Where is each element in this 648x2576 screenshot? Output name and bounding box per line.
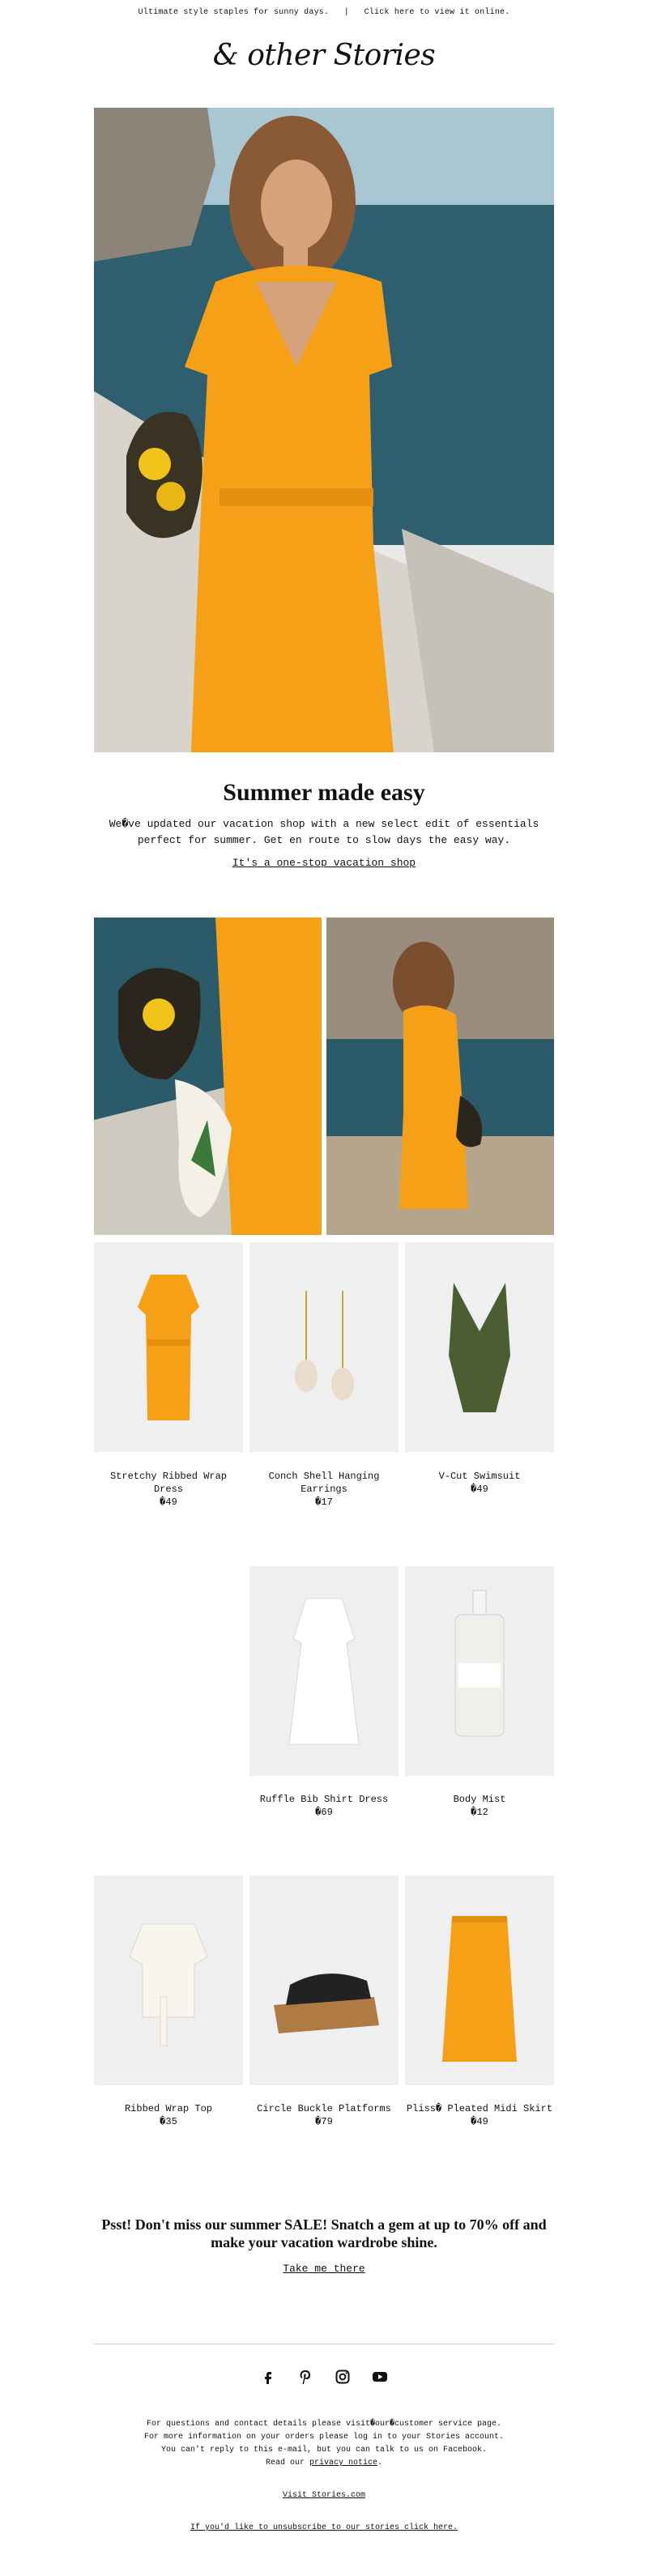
product-name[interactable]: V-Cut Swimsuit	[405, 1470, 554, 1483]
unsubscribe-wrapper: If you'd like to unsubscribe to our stor…	[0, 2523, 648, 2532]
product-caption: Circle Buckle Platforms �79	[249, 2102, 399, 2128]
sale-cta-wrapper: Take me there	[0, 2263, 648, 2275]
product-name[interactable]: Body Mist	[405, 1793, 554, 1806]
product-image[interactable]	[94, 1876, 243, 2085]
product-caption: Stretchy Ribbed Wrap Dress �49	[94, 1470, 243, 1509]
visit-stories-link[interactable]: Visit Stories.com	[283, 2491, 365, 2500]
product-image[interactable]	[94, 1242, 243, 1452]
product-price: �49	[471, 1484, 488, 1495]
product-price: �49	[160, 1497, 177, 1508]
hero-image[interactable]	[94, 108, 554, 752]
footer-read-prefix: Read our	[265, 2459, 305, 2467]
product-name[interactable]: Ruffle Bib Shirt Dress	[249, 1793, 399, 1806]
privacy-notice-link[interactable]: privacy notice	[309, 2459, 377, 2467]
product-price: �12	[471, 1807, 488, 1818]
product-name[interactable]: Stretchy Ribbed Wrap Dress	[94, 1470, 243, 1496]
instagram-icon[interactable]	[335, 2369, 351, 2385]
product-caption: V-Cut Swimsuit �49	[405, 1470, 554, 1496]
headline: Summer made easy	[223, 779, 425, 806]
product-caption: Body Mist �12	[405, 1793, 554, 1819]
footer-line: You can't reply to this e-mail, but you …	[160, 2446, 488, 2455]
product-name[interactable]: Ribbed Wrap Top	[94, 2102, 243, 2115]
product-price: �79	[315, 2116, 333, 2127]
footer-period: .	[377, 2459, 383, 2467]
product-caption: Pliss� Pleated Midi Skirt �49	[405, 2102, 554, 2128]
youtube-icon[interactable]	[372, 2369, 388, 2385]
lifestyle-image-right[interactable]	[326, 918, 554, 1235]
footer-line: Read our privacy notice.	[89, 2457, 559, 2470]
product-caption: Ribbed Wrap Top �35	[94, 2102, 243, 2128]
pinterest-icon[interactable]	[297, 2369, 313, 2385]
sale-message: Psst! Don't miss our summer SALE! Snatch…	[101, 2216, 547, 2250]
brand-logo[interactable]: & other Stories	[0, 39, 648, 72]
footer-line: For questions and contact details please…	[146, 2420, 502, 2429]
product-caption: Conch Shell Hanging Earrings �17	[249, 1470, 399, 1509]
product-name[interactable]: Conch Shell Hanging Earrings	[249, 1470, 399, 1496]
preheader-separator: |	[343, 8, 349, 17]
unsubscribe-link[interactable]: If you'd like to unsubscribe to our stor…	[190, 2523, 458, 2532]
product-image[interactable]	[249, 1566, 399, 1776]
footer-text: For questions and contact details please…	[89, 2418, 559, 2470]
lifestyle-image-left[interactable]	[94, 918, 322, 1235]
product-image[interactable]	[405, 1566, 554, 1776]
facebook-icon[interactable]	[260, 2369, 276, 2385]
product-caption: Ruffle Bib Shirt Dress �69	[249, 1793, 399, 1819]
product-price: �17	[315, 1497, 333, 1508]
visit-link-wrapper: Visit Stories.com	[0, 2491, 648, 2500]
product-name[interactable]: Circle Buckle Platforms	[249, 2102, 399, 2115]
product-price: �49	[471, 2116, 488, 2127]
vacation-shop-cta-wrapper: It's a one-stop vacation shop	[0, 857, 648, 869]
vacation-shop-link[interactable]: It's a one-stop vacation shop	[232, 857, 416, 869]
product-image[interactable]	[249, 1876, 399, 2085]
social-links	[0, 2369, 648, 2385]
product-image[interactable]	[405, 1242, 554, 1452]
take-me-there-link[interactable]: Take me there	[283, 2263, 364, 2275]
footer-line: For more information on your orders plea…	[143, 2433, 505, 2442]
product-name[interactable]: Pliss� Pleated Midi Skirt	[405, 2102, 554, 2115]
product-image[interactable]	[249, 1242, 399, 1452]
product-price: �69	[315, 1807, 333, 1818]
product-price: �35	[160, 2116, 177, 2127]
product-image[interactable]	[405, 1876, 554, 2085]
intro-text: We�ve updated our vacation shop with a n…	[109, 818, 539, 846]
preheader: Ultimate style staples for sunny days. |…	[0, 8, 648, 17]
preheader-tagline: Ultimate style staples for sunny days.	[138, 8, 330, 17]
view-online-link[interactable]: Click here to view it online.	[364, 8, 510, 17]
